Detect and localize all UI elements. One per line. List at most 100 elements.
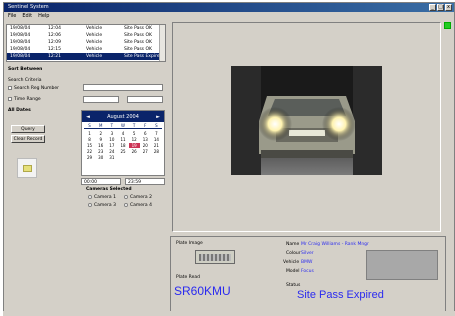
event-list[interactable]: 19/08/04 12:04 Vehicle Site Pass OK 19/0… <box>6 24 166 62</box>
time-range-checkbox[interactable] <box>8 97 12 101</box>
plate-image-strip <box>199 254 231 261</box>
calendar-day[interactable]: 30 <box>95 155 106 160</box>
registration-number: SR60KMU <box>174 284 231 298</box>
calendar-day[interactable]: 1 <box>84 131 95 136</box>
calendar-day[interactable]: 19 <box>128 143 140 148</box>
calendar-day[interactable]: 23 <box>95 149 106 154</box>
list-cell: Site Pass OK <box>124 40 152 45</box>
camera-1-radio[interactable] <box>88 195 92 199</box>
calendar-next-button[interactable]: ► <box>156 114 160 120</box>
status-message: Site Pass Expired <box>297 289 384 301</box>
list-item[interactable]: 19/08/04 12:04 Vehicle Site Pass OK <box>7 25 165 32</box>
colour-value: Silver <box>301 251 314 256</box>
menu-bar: File Edit Help <box>4 12 454 20</box>
calendar-day[interactable]: 16 <box>95 143 106 148</box>
menu-file[interactable]: File <box>8 12 16 20</box>
camera-4-radio[interactable] <box>124 203 128 207</box>
list-cell: 19/08/04 <box>10 54 31 59</box>
calendar-day[interactable]: 26 <box>129 149 140 154</box>
calendar-day[interactable]: 18 <box>117 143 128 148</box>
calendar-grid: S M T W T F S 1 2 3 4 5 6 7 8 9 10 11 12 13 14 15 16 17 18 19 20 21… <box>82 122 164 161</box>
reg-number-checkbox[interactable] <box>8 86 12 90</box>
list-cell: Vehicle <box>86 40 103 45</box>
start-time-value: 00:00 <box>84 180 97 185</box>
calendar-day[interactable]: 31 <box>106 155 117 160</box>
list-item-selected[interactable]: 19/08/04 12:21 Vehicle Site Pass Expired <box>7 53 165 60</box>
calendar-day[interactable]: 10 <box>106 137 117 142</box>
reg-number-input[interactable] <box>83 84 163 91</box>
time-range-label: Time Range <box>14 97 41 102</box>
calendar-day[interactable]: 21 <box>151 143 162 148</box>
calendar-dow-label: M <box>95 123 107 129</box>
time-to-input[interactable] <box>127 96 163 103</box>
time-from-input[interactable] <box>83 96 119 103</box>
calendar-day[interactable]: 2 <box>95 131 106 136</box>
calendar-day[interactable]: 25 <box>117 149 128 154</box>
calendar-day[interactable]: 14 <box>151 137 162 142</box>
camera-3-label: Camera 3 <box>94 203 116 208</box>
vehicle-image <box>231 66 382 175</box>
name-value: Mr Craig Williams - Rank Mngr <box>301 242 369 247</box>
calendar-day[interactable]: 7 <box>151 131 162 136</box>
list-item[interactable]: 19/08/04 12:15 Vehicle Site Pass OK <box>7 46 165 53</box>
camera-2-label: Camera 2 <box>130 195 152 200</box>
search-criteria-label: Search Criteria <box>8 78 42 83</box>
calendar-day[interactable]: 12 <box>129 137 140 142</box>
status-label: Status <box>286 283 301 288</box>
maximize-button[interactable]: □ <box>437 4 444 11</box>
calendar-day[interactable]: 3 <box>106 131 117 136</box>
calendar-day[interactable]: 28 <box>151 149 162 154</box>
minimize-button[interactable]: _ <box>429 4 436 11</box>
calendar-dow-label: W <box>117 123 129 129</box>
calendar-day[interactable]: 9 <box>95 137 106 142</box>
menu-help[interactable]: Help <box>38 12 49 20</box>
window-title: Sentinel System <box>8 4 49 10</box>
calendar-day[interactable]: 27 <box>140 149 151 154</box>
camera-1-label: Camera 1 <box>94 195 116 200</box>
camera-3-radio[interactable] <box>88 203 92 207</box>
query-button[interactable]: Query <box>11 125 45 133</box>
list-cell: 12:21 <box>48 54 61 59</box>
calendar-day[interactable]: 8 <box>84 137 95 142</box>
calendar-day[interactable]: 11 <box>117 137 128 142</box>
calendar-dow-label: S <box>150 123 162 129</box>
calendar-day[interactable]: 4 <box>117 131 128 136</box>
document-icon-glyph <box>23 165 32 172</box>
name-label: Name <box>286 242 300 247</box>
list-cell: 19/08/04 <box>10 26 31 31</box>
list-item[interactable]: 19/08/04 12:09 Vehicle Site Pass OK <box>7 39 165 46</box>
list-cell: Site Pass Expired <box>124 54 162 59</box>
vehicle-value: BMW <box>301 260 313 265</box>
calendar-day[interactable]: 13 <box>140 137 151 142</box>
start-time-field[interactable]: 00:00 <box>81 178 121 185</box>
plate-read-caption: Plate Read <box>176 275 200 280</box>
date-calendar[interactable]: ◄ August 2004 ► S M T W T F S 1 2 3 4 5 6 7 8 9 10 11 12 13… <box>81 110 165 176</box>
colour-label: Colour <box>286 251 301 256</box>
calendar-day[interactable]: 5 <box>129 131 140 136</box>
list-cell: Vehicle <box>86 47 103 52</box>
list-cell: 12:09 <box>48 40 61 45</box>
calendar-day[interactable]: 20 <box>140 143 151 148</box>
menu-edit[interactable]: Edit <box>22 12 32 20</box>
list-cell: Site Pass OK <box>124 26 152 31</box>
model-label: Model <box>286 269 300 274</box>
calendar-prev-button[interactable]: ◄ <box>86 114 90 120</box>
document-icon <box>17 158 37 178</box>
camera-2-radio[interactable] <box>124 195 128 199</box>
list-item[interactable]: 19/08/04 12:06 Vehicle Site Pass OK <box>7 32 165 39</box>
calendar-day[interactable]: 29 <box>84 155 95 160</box>
clear-record-button[interactable]: Clear Record <box>11 135 45 143</box>
list-scrollbar[interactable] <box>159 25 165 61</box>
calendar-day[interactable]: 6 <box>140 131 151 136</box>
calendar-day[interactable]: 22 <box>84 149 95 154</box>
end-time-field[interactable]: 23:59 <box>125 178 165 185</box>
calendar-day[interactable]: 15 <box>84 143 95 148</box>
calendar-day[interactable]: 24 <box>106 149 117 154</box>
window-controls: _ □ x <box>429 4 452 11</box>
list-cell: Vehicle <box>86 26 103 31</box>
list-cell: Vehicle <box>86 54 103 59</box>
calendar-day[interactable]: 17 <box>106 143 117 148</box>
calendar-header: ◄ August 2004 ► <box>82 111 164 122</box>
close-button[interactable]: x <box>445 4 452 11</box>
calendar-month-label: August 2004 <box>107 113 139 120</box>
